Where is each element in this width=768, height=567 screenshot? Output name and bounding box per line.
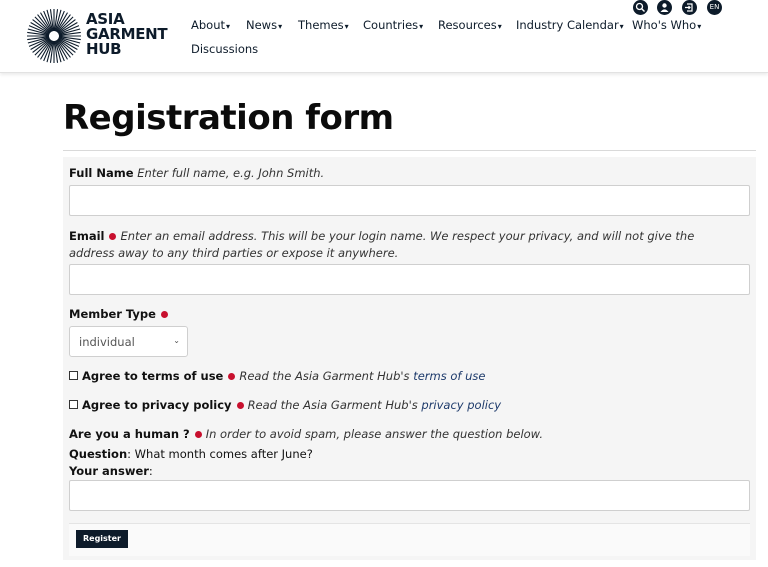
email-label-row: Email Enter an email address. This will b…: [69, 228, 729, 262]
required-indicator: [109, 233, 117, 240]
member-type-select[interactable]: individual ⌄: [69, 326, 188, 357]
nav-item-news[interactable]: News▾: [246, 18, 282, 32]
required-indicator: [236, 402, 244, 409]
required-indicator: [228, 373, 236, 380]
captcha-question-row: Question: What month comes after June?: [69, 447, 313, 461]
email-description: Enter an email address. This will be you…: [120, 229, 695, 243]
answer-label-row: Your answer:: [69, 464, 153, 478]
sunburst-logo-icon: [27, 9, 81, 63]
terms-row: Agree to terms of use Read the Asia Garme…: [69, 369, 485, 383]
terms-label: Agree to terms of use: [82, 369, 224, 383]
member-type-label: Member Type: [69, 307, 156, 321]
nav-item-countries[interactable]: Countries▾: [363, 18, 423, 32]
full-name-description: Enter full name, e.g. John Smith.: [137, 166, 325, 180]
page-title: Registration form: [63, 98, 394, 138]
privacy-link[interactable]: privacy policy: [421, 398, 501, 412]
nav-item-themes[interactable]: Themes▾: [298, 18, 349, 32]
privacy-label: Agree to privacy policy: [82, 398, 232, 412]
search-icon[interactable]: [633, 0, 648, 15]
full-name-label: Full Name: [69, 166, 134, 180]
nav-item-about[interactable]: About▾: [191, 18, 230, 32]
question-label: Question: [69, 447, 128, 461]
email-label: Email: [69, 229, 105, 243]
login-icon[interactable]: [682, 0, 697, 15]
nav-item-industry-calendar[interactable]: Industry Calendar▾: [516, 18, 624, 32]
privacy-description: Read the Asia Garment Hub's: [247, 398, 418, 412]
site-logo[interactable]: ASIA GARMENT HUB: [26, 8, 168, 64]
terms-description: Read the Asia Garment Hub's: [239, 369, 410, 383]
required-indicator: [194, 431, 202, 438]
human-check-label: Are you a human ?: [69, 427, 190, 441]
answer-label: Your answer: [69, 464, 149, 478]
member-type-label-row: Member Type: [69, 307, 172, 321]
form-actions: Register: [69, 523, 750, 556]
full-name-label-row: Full Name Enter full name, e.g. John Smi…: [69, 166, 324, 180]
register-button[interactable]: Register: [76, 530, 128, 548]
registration-form: Full Name Enter full name, e.g. John Smi…: [63, 157, 756, 560]
full-name-input[interactable]: [69, 185, 750, 216]
nav-item-resources[interactable]: Resources▾: [438, 18, 502, 32]
nav-item-whos-who[interactable]: Who's Who▾: [632, 18, 701, 32]
required-indicator: [160, 311, 168, 318]
user-icon[interactable]: [657, 0, 672, 15]
logo-text: ASIA GARMENT HUB: [86, 10, 168, 58]
site-header: ASIA GARMENT HUB About▾ News▾ Themes▾ Co…: [0, 0, 768, 73]
human-check-description: In order to avoid spam, please answer th…: [205, 427, 543, 441]
privacy-row: Agree to privacy policy Read the Asia Gar…: [69, 398, 501, 412]
captcha-question: : What month comes after June?: [127, 447, 313, 461]
nav-item-discussions[interactable]: Discussions: [191, 42, 258, 56]
answer-colon: :: [148, 464, 153, 478]
title-divider: [63, 150, 756, 151]
email-description-cont: address away to any third parties or exp…: [69, 246, 399, 260]
human-check-row: Are you a human ? In order to avoid spam,…: [69, 427, 543, 441]
terms-checkbox[interactable]: [69, 371, 78, 380]
email-input[interactable]: [69, 264, 750, 295]
privacy-checkbox[interactable]: [69, 400, 78, 409]
terms-link[interactable]: terms of use: [413, 369, 485, 383]
chevron-down-icon: ⌄: [173, 336, 180, 345]
language-button[interactable]: EN: [707, 0, 722, 15]
member-type-selected: individual: [79, 335, 135, 349]
captcha-answer-input[interactable]: [69, 480, 750, 511]
